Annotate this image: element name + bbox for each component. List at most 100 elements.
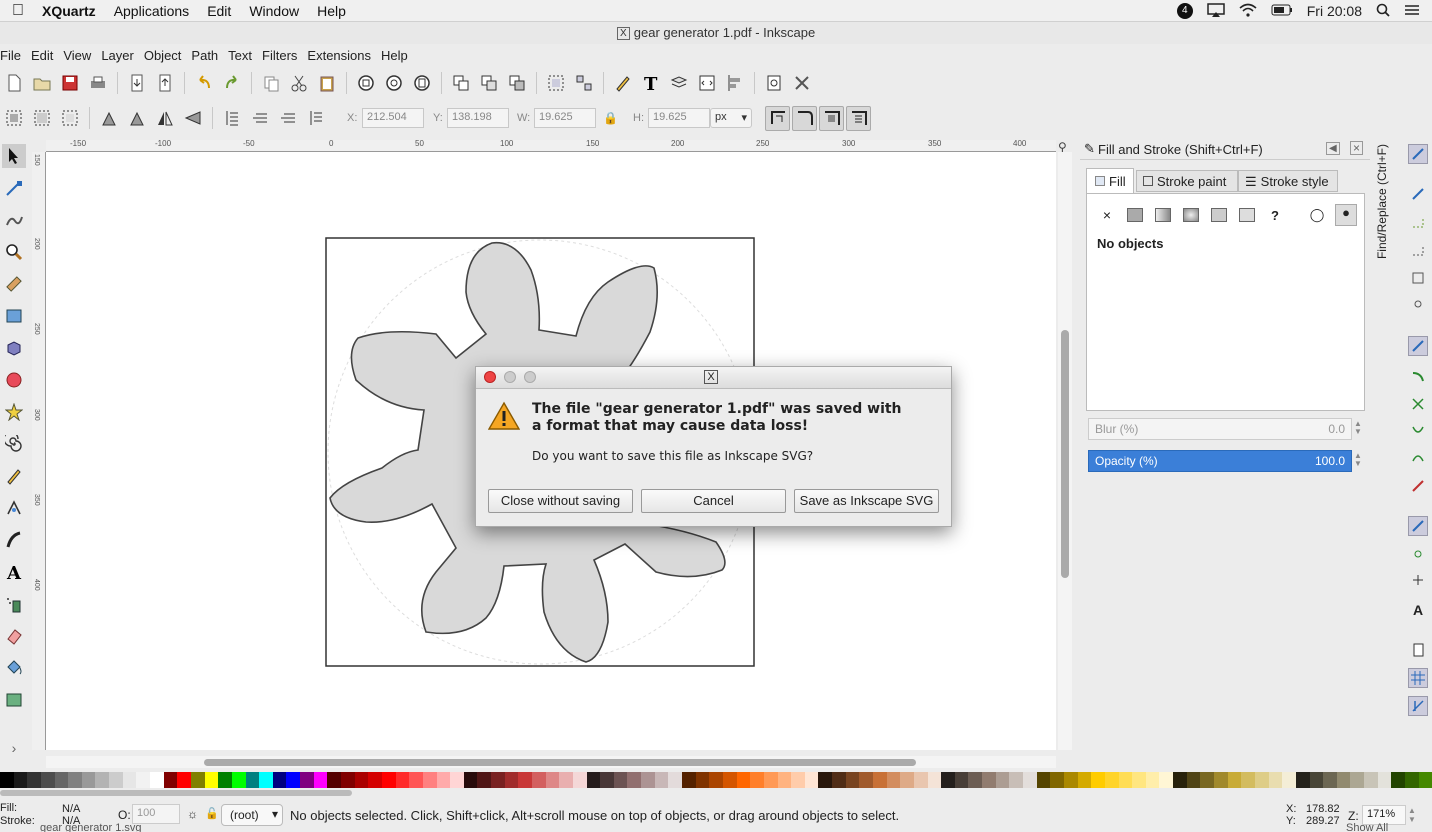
xml-editor-icon[interactable] bbox=[696, 72, 718, 94]
wifi-icon[interactable] bbox=[1239, 3, 1257, 20]
zoom-page-icon[interactable] bbox=[411, 72, 433, 94]
clone-icon[interactable] bbox=[478, 72, 500, 94]
palette-swatch[interactable] bbox=[736, 772, 751, 788]
new-document-icon[interactable] bbox=[3, 72, 25, 94]
palette-swatch[interactable] bbox=[968, 772, 983, 788]
fill-rule-nonzero-icon[interactable]: ● bbox=[1335, 204, 1357, 226]
snap-cusp-icon[interactable] bbox=[1408, 422, 1428, 442]
snap-smooth-icon[interactable] bbox=[1408, 448, 1428, 468]
palette-swatch[interactable] bbox=[627, 772, 642, 788]
deselect-icon[interactable] bbox=[59, 107, 81, 129]
palette-swatch[interactable] bbox=[1254, 772, 1269, 788]
raise-to-top-icon[interactable] bbox=[221, 107, 243, 129]
flip-vertical-icon[interactable] bbox=[182, 107, 204, 129]
snap-nodes-icon[interactable] bbox=[1408, 336, 1428, 356]
opacity-field[interactable]: Opacity (%) 100.0 bbox=[1088, 450, 1352, 472]
lock-icon[interactable]: 🔒 bbox=[603, 111, 618, 125]
palette-swatch[interactable] bbox=[0, 772, 14, 788]
dialog-minimize-icon[interactable] bbox=[504, 371, 516, 383]
tab-stroke-style[interactable]: ☰ Stroke style bbox=[1238, 170, 1338, 192]
paste-icon[interactable] bbox=[316, 72, 338, 94]
copy-icon[interactable] bbox=[260, 72, 282, 94]
palette-swatch[interactable] bbox=[1364, 772, 1378, 788]
mac-menu-window[interactable]: Window bbox=[249, 3, 299, 19]
palette-swatch[interactable] bbox=[1050, 772, 1064, 788]
horizontal-scrollbar[interactable] bbox=[46, 756, 1056, 768]
palette-swatch[interactable] bbox=[1104, 772, 1119, 788]
palette-swatch[interactable] bbox=[613, 772, 628, 788]
palette-swatch[interactable] bbox=[231, 772, 246, 788]
calligraphy-tool-icon[interactable] bbox=[2, 528, 26, 552]
dialog-zoom-icon[interactable] bbox=[524, 371, 536, 383]
vertical-scrollbar[interactable] bbox=[1058, 152, 1072, 750]
palette-swatch[interactable] bbox=[1282, 772, 1296, 788]
palette-swatch[interactable] bbox=[354, 772, 369, 788]
palette-swatch[interactable] bbox=[1159, 772, 1174, 788]
palette-swatch[interactable] bbox=[1091, 772, 1105, 788]
palette-swatch[interactable] bbox=[163, 772, 178, 788]
layer-lock-icon[interactable]: 🔓 bbox=[205, 807, 219, 820]
radial-gradient-icon[interactable] bbox=[1183, 208, 1199, 222]
node-tool-icon[interactable] bbox=[2, 176, 26, 200]
blur-stepper-icon[interactable]: ▲ ▼ bbox=[1354, 420, 1362, 436]
palette-swatch[interactable] bbox=[859, 772, 873, 788]
zoom-tool-icon[interactable] bbox=[2, 240, 26, 264]
select-all-icon[interactable] bbox=[3, 107, 25, 129]
panel-close-icon[interactable]: × bbox=[1350, 141, 1364, 155]
menu-filters[interactable]: Filters bbox=[262, 48, 297, 63]
mesh-gradient-icon[interactable] bbox=[1211, 208, 1227, 222]
palette-swatch[interactable] bbox=[13, 772, 28, 788]
snap-guides-icon[interactable] bbox=[1408, 696, 1428, 716]
select-all-layers-icon[interactable] bbox=[31, 107, 53, 129]
layer-hide-icon[interactable]: ☼ bbox=[187, 807, 198, 821]
group-icon[interactable] bbox=[545, 72, 567, 94]
menu-layer[interactable]: Layer bbox=[101, 48, 134, 63]
close-without-saving-button[interactable]: Close without saving bbox=[488, 489, 633, 513]
lower-to-bottom-icon[interactable] bbox=[305, 107, 327, 129]
palette-swatch[interactable] bbox=[668, 772, 683, 788]
palette-swatch[interactable] bbox=[1227, 772, 1242, 788]
palette-swatch[interactable] bbox=[600, 772, 614, 788]
snap-page-border-icon[interactable] bbox=[1408, 640, 1428, 660]
find-replace-dock-tab[interactable]: Find/Replace (Ctrl+F) bbox=[1372, 140, 1394, 290]
snap-midpoint-icon[interactable] bbox=[1408, 476, 1428, 496]
palette-swatch[interactable] bbox=[1268, 772, 1283, 788]
palette-swatch[interactable] bbox=[409, 772, 423, 788]
pattern-icon[interactable] bbox=[1239, 208, 1255, 222]
palette-swatch[interactable] bbox=[927, 772, 942, 788]
palette-swatch[interactable] bbox=[81, 772, 96, 788]
palette-swatch[interactable] bbox=[682, 772, 696, 788]
palette-swatch[interactable] bbox=[1145, 772, 1160, 788]
palette-swatch[interactable] bbox=[695, 772, 710, 788]
palette-swatch[interactable] bbox=[531, 772, 546, 788]
palette-swatch[interactable] bbox=[1309, 772, 1324, 788]
snap-paths-icon[interactable] bbox=[1408, 366, 1428, 386]
palette-swatch[interactable] bbox=[1214, 772, 1228, 788]
snap-text-baseline-icon[interactable]: A bbox=[1408, 600, 1428, 620]
palette-swatch[interactable] bbox=[777, 772, 792, 788]
dialog-close-icon[interactable] bbox=[484, 371, 496, 383]
palette-swatch[interactable] bbox=[1404, 772, 1419, 788]
menu-path[interactable]: Path bbox=[191, 48, 218, 63]
snap-others-icon[interactable] bbox=[1408, 516, 1428, 536]
raise-icon[interactable] bbox=[249, 107, 271, 129]
fill-stroke-dialog-icon[interactable] bbox=[612, 72, 634, 94]
print-icon[interactable] bbox=[87, 72, 109, 94]
palette-swatch[interactable] bbox=[177, 772, 191, 788]
transform-patterns-icon[interactable] bbox=[846, 105, 871, 131]
menu-object[interactable]: Object bbox=[144, 48, 182, 63]
palette-swatch[interactable] bbox=[518, 772, 532, 788]
zoom-drawing-icon[interactable] bbox=[383, 72, 405, 94]
palette-swatch[interactable] bbox=[381, 772, 396, 788]
palette-swatch[interactable] bbox=[954, 772, 969, 788]
palette-swatch[interactable] bbox=[982, 772, 996, 788]
palette-swatch[interactable] bbox=[491, 772, 505, 788]
palette-swatch[interactable] bbox=[1118, 772, 1133, 788]
palette-swatch[interactable] bbox=[873, 772, 887, 788]
palette-swatch[interactable] bbox=[27, 772, 41, 788]
eraser-tool-icon[interactable] bbox=[2, 624, 26, 648]
tab-stroke-paint[interactable]: Stroke paint bbox=[1136, 170, 1238, 192]
palette-swatch[interactable] bbox=[504, 772, 519, 788]
spotlight-search-icon[interactable] bbox=[1376, 3, 1390, 20]
snap-intersection-icon[interactable] bbox=[1408, 394, 1428, 414]
